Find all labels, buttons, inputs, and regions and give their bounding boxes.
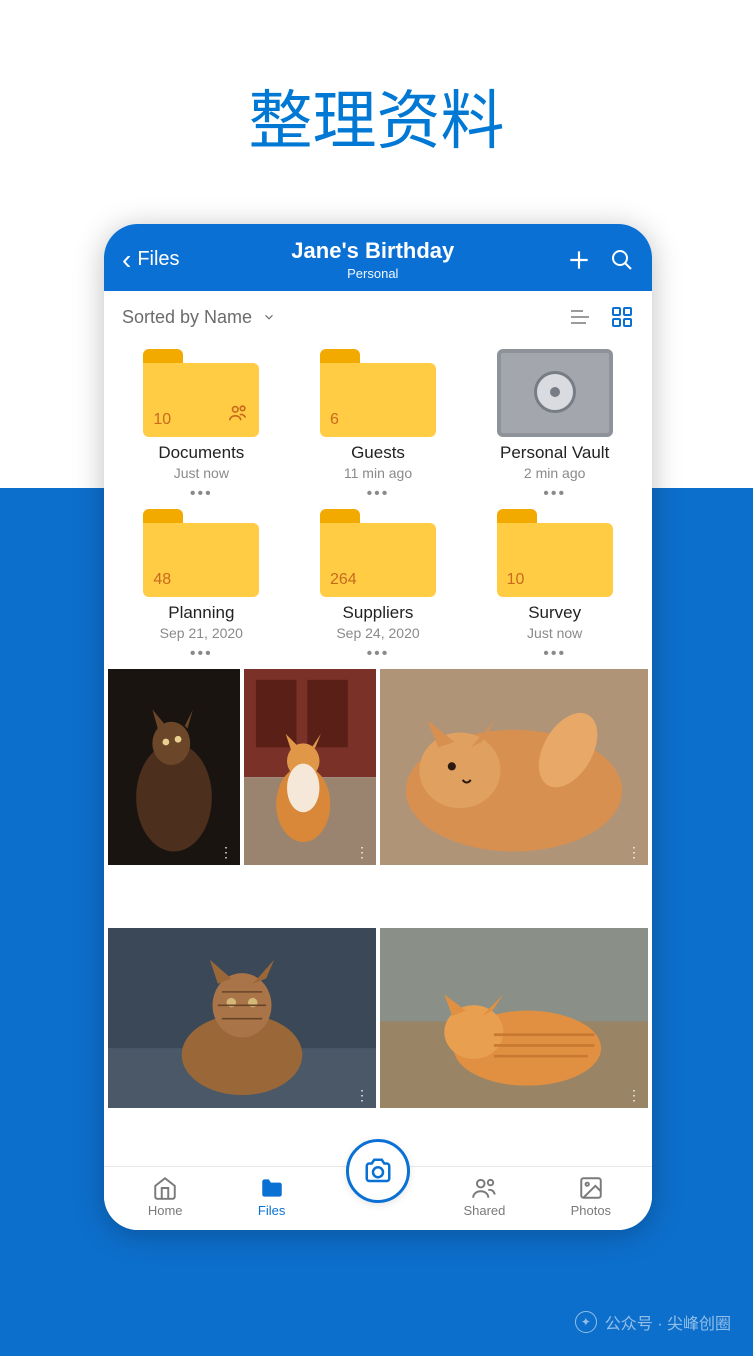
folder-count: 6 <box>330 411 339 429</box>
folder-icon: 10 <box>143 349 259 437</box>
folder-name: Documents <box>118 443 285 463</box>
folder-time: Just now <box>471 625 638 641</box>
folder-count: 10 <box>153 411 171 429</box>
folder-icon <box>259 1175 285 1201</box>
photo-more-button[interactable]: ⋮ <box>355 1087 370 1104</box>
folder-icon: 10 <box>497 509 613 597</box>
folder-name: Planning <box>118 603 285 623</box>
chevron-down-icon <box>262 310 276 324</box>
header-subtitle: Personal <box>180 266 566 281</box>
folder-time: 11 min ago <box>295 465 462 481</box>
photo-thumbnail[interactable]: ⋮ <box>380 928 648 1108</box>
folder-icon: 264 <box>320 509 436 597</box>
chevron-left-icon: ‹ <box>122 246 131 274</box>
watermark-text: 公众号 · 尖峰创圈 <box>605 1310 731 1334</box>
nav-photos[interactable]: Photos <box>538 1175 644 1218</box>
photo-more-button[interactable]: ⋮ <box>627 1087 642 1104</box>
sort-bar: Sorted by Name <box>104 291 652 339</box>
folder-count: 48 <box>153 571 171 589</box>
folder-grid: 10 Documents Just now ••• 6 Guests 11 mi… <box>104 339 652 669</box>
shared-icon <box>227 402 249 429</box>
list-icon <box>568 305 592 329</box>
photos-icon <box>578 1175 604 1201</box>
folder-item-documents[interactable]: 10 Documents Just now ••• <box>118 349 285 503</box>
sort-label-text: Sorted by Name <box>122 307 252 328</box>
folder-more-button[interactable]: ••• <box>471 485 638 503</box>
folder-more-button[interactable]: ••• <box>118 485 285 503</box>
header-title: Jane's Birthday <box>180 238 566 264</box>
sort-button[interactable]: Sorted by Name <box>122 307 276 328</box>
folder-more-button[interactable]: ••• <box>471 645 638 663</box>
plus-icon <box>566 247 592 273</box>
folder-name: Guests <box>295 443 462 463</box>
grid-icon <box>610 305 634 329</box>
nav-files[interactable]: Files <box>218 1175 324 1218</box>
photo-grid: ⋮ ⋮ ⋮ ⋮ ⋮ <box>104 669 652 1166</box>
folder-time: Sep 21, 2020 <box>118 625 285 641</box>
wechat-icon: ✦ <box>575 1311 597 1333</box>
grid-view-button[interactable] <box>610 305 634 329</box>
folder-name: Personal Vault <box>471 443 638 463</box>
folder-name: Survey <box>471 603 638 623</box>
photo-more-button[interactable]: ⋮ <box>355 844 370 861</box>
photo-thumbnail[interactable]: ⋮ <box>108 669 240 865</box>
list-view-button[interactable] <box>568 305 592 329</box>
folder-time: Sep 24, 2020 <box>295 625 462 641</box>
folder-more-button[interactable]: ••• <box>295 485 462 503</box>
nav-label: Home <box>148 1203 183 1218</box>
folder-item-planning[interactable]: 48 Planning Sep 21, 2020 ••• <box>118 509 285 663</box>
camera-icon <box>363 1156 393 1186</box>
folder-time: 2 min ago <box>471 465 638 481</box>
folder-count: 264 <box>330 571 357 589</box>
folder-icon: 48 <box>143 509 259 597</box>
folder-item-guests[interactable]: 6 Guests 11 min ago ••• <box>295 349 462 503</box>
folder-item-suppliers[interactable]: 264 Suppliers Sep 24, 2020 ••• <box>295 509 462 663</box>
photo-more-button[interactable]: ⋮ <box>219 844 234 861</box>
nav-label: Files <box>258 1203 285 1218</box>
folder-icon: 6 <box>320 349 436 437</box>
folder-more-button[interactable]: ••• <box>118 645 285 663</box>
photo-thumbnail[interactable]: ⋮ <box>244 669 376 865</box>
phone-mockup: ‹ Files Jane's Birthday Personal Sorted … <box>104 224 652 1230</box>
bottom-nav: Home Files . Shared Photos <box>104 1166 652 1230</box>
photo-more-button[interactable]: ⋮ <box>627 844 642 861</box>
photo-thumbnail[interactable]: ⋮ <box>108 928 376 1108</box>
folder-more-button[interactable]: ••• <box>295 645 462 663</box>
folder-time: Just now <box>118 465 285 481</box>
camera-button[interactable] <box>346 1139 410 1203</box>
shared-icon <box>471 1175 497 1201</box>
search-button[interactable] <box>610 248 634 272</box>
add-button[interactable] <box>566 247 592 273</box>
search-icon <box>610 248 634 272</box>
watermark: ✦ 公众号 · 尖峰创圈 <box>575 1310 731 1334</box>
folder-count: 10 <box>507 571 525 589</box>
folder-item-vault[interactable]: Personal Vault 2 min ago ••• <box>471 349 638 503</box>
photo-thumbnail[interactable]: ⋮ <box>380 669 648 865</box>
folder-item-survey[interactable]: 10 Survey Just now ••• <box>471 509 638 663</box>
folder-name: Suppliers <box>295 603 462 623</box>
home-icon <box>152 1175 178 1201</box>
nav-label: Photos <box>571 1203 611 1218</box>
nav-shared[interactable]: Shared <box>431 1175 537 1218</box>
nav-label: Shared <box>463 1203 505 1218</box>
page-title: 整理资料 <box>0 0 753 162</box>
app-header: ‹ Files Jane's Birthday Personal <box>104 224 652 291</box>
vault-icon <box>497 349 613 437</box>
back-button[interactable]: ‹ Files <box>122 246 180 274</box>
nav-home[interactable]: Home <box>112 1175 218 1218</box>
back-label: Files <box>137 248 179 271</box>
